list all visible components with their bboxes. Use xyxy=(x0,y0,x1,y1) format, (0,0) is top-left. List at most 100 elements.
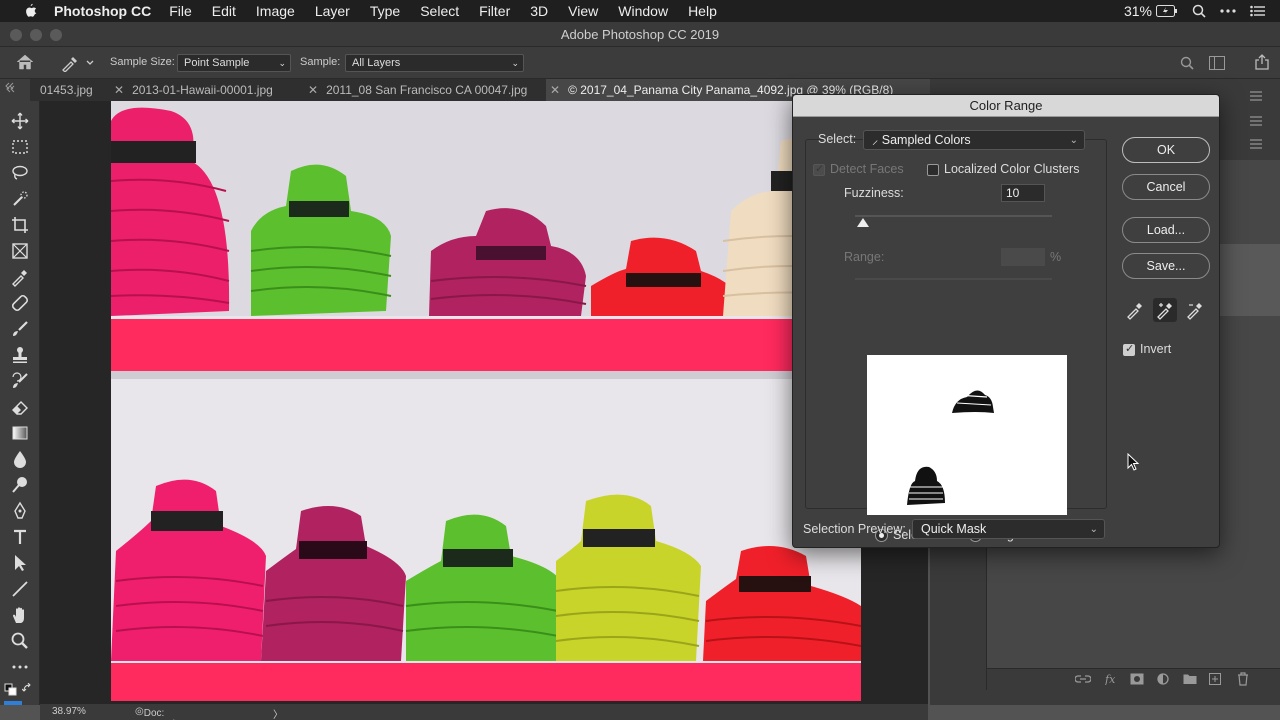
lasso-tool[interactable] xyxy=(10,163,30,183)
panel-menu-icon[interactable] xyxy=(1250,91,1262,101)
add-to-sample-button[interactable] xyxy=(1153,298,1177,322)
crop-tool[interactable] xyxy=(10,215,30,235)
pen-icon xyxy=(14,501,26,519)
history-brush-tool[interactable] xyxy=(10,371,30,391)
apple-icon[interactable] xyxy=(20,3,40,19)
fuzziness-input[interactable]: 10 xyxy=(1001,184,1045,202)
tab-document-3[interactable]: ✕ 2011_08 San Francisco CA 00047.jpg xyxy=(308,79,546,101)
workspace-icon[interactable] xyxy=(1209,56,1225,70)
more-dots-icon[interactable] xyxy=(1220,8,1236,14)
clone-stamp-tool[interactable] xyxy=(10,345,30,365)
menu-file[interactable]: File xyxy=(169,3,192,19)
app-name-menu[interactable]: Photoshop CC xyxy=(54,3,151,19)
detect-faces-checkbox[interactable] xyxy=(813,162,825,176)
folder-icon[interactable] xyxy=(1183,673,1197,685)
pen-tool[interactable] xyxy=(10,501,30,521)
spotlight-search-icon[interactable] xyxy=(1192,4,1206,18)
foreground-color-swatch[interactable] xyxy=(4,701,22,705)
list-menu-icon[interactable] xyxy=(1250,5,1266,17)
doc-size[interactable]: ◎ Doc: 8.44M/8.44M xyxy=(135,706,202,720)
status-menu-arrow-icon[interactable]: 〉 xyxy=(273,706,283,720)
gradient-tool[interactable] xyxy=(10,423,30,443)
default-colors-icon[interactable] xyxy=(4,683,18,697)
new-layer-icon[interactable] xyxy=(1209,673,1221,685)
panel-menu-icon[interactable] xyxy=(1250,139,1262,149)
eraser-tool[interactable] xyxy=(10,397,30,417)
subtract-from-sample-button[interactable] xyxy=(1183,298,1207,322)
range-input[interactable] xyxy=(1001,248,1045,266)
frame-icon xyxy=(12,243,28,259)
minimize-window-button[interactable] xyxy=(30,29,42,41)
selection-preview[interactable] xyxy=(867,355,1067,515)
menu-layer[interactable]: Layer xyxy=(315,3,350,19)
layer-mask-icon[interactable] xyxy=(1130,673,1144,685)
brush-tool[interactable] xyxy=(10,319,30,339)
link-layers-icon[interactable] xyxy=(1075,674,1091,684)
adjustment-layer-icon[interactable] xyxy=(1157,673,1169,685)
type-tool[interactable] xyxy=(10,527,30,547)
line-tool[interactable] xyxy=(10,579,30,599)
trash-icon[interactable] xyxy=(1237,672,1249,686)
zoom-tool[interactable] xyxy=(10,631,30,651)
menu-3d[interactable]: 3D xyxy=(530,3,548,19)
swap-colors-icon[interactable] xyxy=(22,683,34,695)
share-icon[interactable] xyxy=(1255,54,1269,70)
menu-view[interactable]: View xyxy=(568,3,598,19)
document-image[interactable] xyxy=(111,101,861,701)
select-dropdown[interactable]: ⸝ Sampled Colors ⌄ xyxy=(863,130,1085,150)
zoom-window-button[interactable] xyxy=(50,29,62,41)
home-icon[interactable] xyxy=(16,54,34,70)
menu-help[interactable]: Help xyxy=(688,3,717,19)
localized-clusters-checkbox[interactable] xyxy=(927,164,939,176)
hand-tool[interactable] xyxy=(10,605,30,625)
close-tab-icon[interactable]: ✕ xyxy=(550,83,560,97)
sample-select[interactable]: All Layers ⌄ xyxy=(345,54,524,72)
close-tab-icon[interactable]: ✕ xyxy=(114,83,124,97)
fuzziness-slider-thumb[interactable] xyxy=(857,218,869,227)
tab-document-2[interactable]: ✕ 2013-01-Hawaii-00001.jpg xyxy=(114,79,308,101)
tab-document-1[interactable]: 01453.jpg xyxy=(40,79,114,101)
eyedropper-plus-icon xyxy=(1157,303,1172,320)
zoom-level[interactable]: 38.97% xyxy=(52,706,86,717)
sample-label: Sample: xyxy=(300,56,341,68)
menu-image[interactable]: Image xyxy=(256,3,295,19)
dodge-tool[interactable] xyxy=(10,475,30,495)
eyedropper-button[interactable] xyxy=(1123,298,1147,322)
battery-icon[interactable] xyxy=(1156,5,1178,17)
collapse-arrows-icon[interactable] xyxy=(6,85,16,93)
menu-select[interactable]: Select xyxy=(420,3,459,19)
range-label: Range: xyxy=(844,250,885,264)
marquee-tool[interactable] xyxy=(10,137,30,157)
menu-type[interactable]: Type xyxy=(370,3,400,19)
blur-tool[interactable] xyxy=(10,449,30,469)
drop-icon xyxy=(14,451,26,468)
menu-window[interactable]: Window xyxy=(618,3,668,19)
invert-checkbox[interactable] xyxy=(1123,342,1135,356)
search-icon[interactable] xyxy=(1180,56,1194,70)
close-window-button[interactable] xyxy=(10,29,22,41)
save-button[interactable]: Save... xyxy=(1122,253,1210,279)
eyedropper-tool[interactable] xyxy=(10,267,30,287)
chevron-down-icon: ⌄ xyxy=(1089,524,1098,535)
frame-tool[interactable] xyxy=(10,241,30,261)
ok-button[interactable]: OK xyxy=(1122,137,1210,163)
fx-icon[interactable]: fx xyxy=(1105,673,1119,685)
load-button[interactable]: Load... xyxy=(1122,217,1210,243)
cancel-button[interactable]: Cancel xyxy=(1122,174,1210,200)
svg-text:fx: fx xyxy=(1105,673,1116,685)
window-controls xyxy=(10,29,70,41)
close-tab-icon[interactable]: ✕ xyxy=(308,83,318,97)
path-selection-tool[interactable] xyxy=(10,553,30,573)
healing-brush-tool[interactable] xyxy=(10,293,30,313)
range-slider[interactable] xyxy=(855,278,1052,280)
panel-menu-icon[interactable] xyxy=(1250,116,1262,126)
menu-filter[interactable]: Filter xyxy=(479,3,510,19)
menu-edit[interactable]: Edit xyxy=(212,3,236,19)
more-tools[interactable] xyxy=(10,657,30,677)
eyedropper-tool-preset-icon[interactable] xyxy=(60,54,96,72)
selection-preview-dropdown[interactable]: Quick Mask ⌄ xyxy=(912,519,1105,539)
sample-size-select[interactable]: Point Sample ⌄ xyxy=(177,54,291,72)
quick-selection-tool[interactable] xyxy=(10,189,30,209)
move-tool[interactable] xyxy=(10,111,30,131)
fuzziness-slider[interactable] xyxy=(855,215,1052,217)
